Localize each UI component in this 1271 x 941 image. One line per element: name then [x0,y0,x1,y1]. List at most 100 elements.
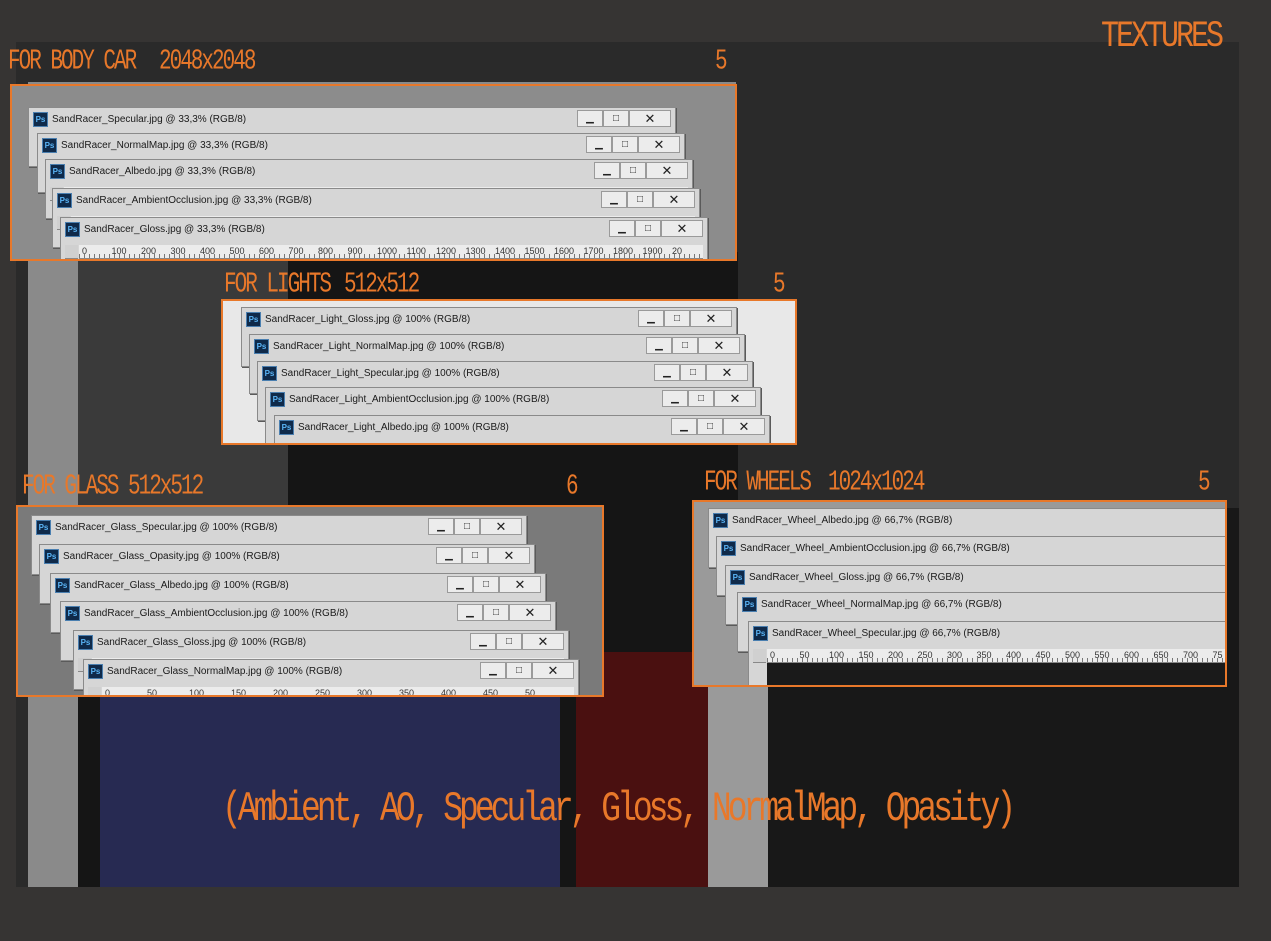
ruler-tick-label: 450 [1035,650,1051,660]
ruler-tick-label: 50 [713,443,755,445]
minimize-button[interactable]: ▁ [457,604,483,621]
minimize-button[interactable]: ▁ [470,633,496,650]
ruler-tick-label: 300 [170,246,186,256]
document-window[interactable]: Ps SandRacer_Glass_NormalMap.jpg @ 100% (… [83,659,579,697]
minimize-button[interactable]: ▁ [594,162,620,179]
photoshop-icon: Ps [742,597,757,612]
document-window[interactable]: Ps SandRacer_Gloss.jpg @ 33,3% (RGB/8) ▁ □… [60,217,708,259]
photoshop-icon: Ps [55,578,70,593]
maximize-button[interactable]: □ [672,337,698,354]
ruler-corner [279,443,292,445]
window-title: SandRacer_Wheel_AmbientOcclusion.jpg @ 6… [740,543,1010,555]
close-button[interactable]: ✕ [653,191,695,208]
photoshop-icon: Ps [65,606,80,621]
minimize-button[interactable]: ▁ [638,310,664,327]
wheels-group-label: FOR WHEELS [704,468,812,500]
maximize-button[interactable]: □ [680,364,706,381]
ruler-tick-label: 650 [1153,650,1169,660]
close-button[interactable]: ✕ [629,110,671,127]
maximize-button[interactable]: □ [664,310,690,327]
maximize-button[interactable]: □ [612,136,638,153]
minimize-button[interactable]: ▁ [601,191,627,208]
ruler-tick-label: 700 [288,246,304,256]
maximize-button[interactable]: □ [496,633,522,650]
close-button[interactable]: ✕ [488,547,530,564]
minimize-button[interactable]: ▁ [436,547,462,564]
window-title: SandRacer_Light_Gloss.jpg @ 100% (RGB/8) [265,314,471,326]
minimize-button[interactable]: ▁ [447,576,473,593]
glass-group-size: 512x512 [128,472,204,504]
close-button[interactable]: ✕ [638,136,680,153]
ruler-tick-label: 350 [399,688,415,697]
minimize-button[interactable]: ▁ [428,518,454,535]
close-button[interactable]: ✕ [714,390,756,407]
ruler-tick-label: 50 [525,688,536,697]
close-button[interactable]: ✕ [661,220,703,237]
ruler-tick-label: 1600 [554,246,575,256]
close-button[interactable]: ✕ [509,604,551,621]
ruler-tick-label: 1900 [642,246,663,256]
maximize-button[interactable]: □ [635,220,661,237]
maximize-button[interactable]: □ [627,191,653,208]
close-button[interactable]: ✕ [532,662,574,679]
page-title: TEXTURES [1101,16,1224,59]
maximize-button[interactable]: □ [506,662,532,679]
close-button[interactable]: ✕ [723,418,765,435]
minimize-button[interactable]: ▁ [609,220,635,237]
ruler-tick-label: 1500 [524,246,545,256]
close-button[interactable]: ✕ [690,310,732,327]
close-button[interactable]: ✕ [499,576,541,593]
wheels-group-size: 1024x1024 [828,468,925,500]
close-button[interactable]: ✕ [522,633,564,650]
ruler-tick-label: 200 [141,246,157,256]
minimize-button[interactable]: ▁ [662,390,688,407]
maximize-button[interactable]: □ [462,547,488,564]
ruler-tick-label: 1200 [436,246,457,256]
maximize-button[interactable]: □ [473,576,499,593]
window-title: SandRacer_Light_NormalMap.jpg @ 100% (RG… [273,341,505,353]
maximize-button[interactable]: □ [454,518,480,535]
maximize-button[interactable]: □ [620,162,646,179]
window-title: SandRacer_Glass_NormalMap.jpg @ 100% (RG… [107,666,343,678]
photoshop-icon: Ps [65,222,80,237]
window-title: SandRacer_Specular.jpg @ 33,3% (RGB/8) [52,114,247,126]
maximize-button[interactable]: □ [697,418,723,435]
horizontal-ruler: 0 50 100 150 200 250 300 350 400 450 500 550 600 650 7… [767,649,1225,663]
minimize-button[interactable]: ▁ [654,364,680,381]
photoshop-icon: Ps [44,549,59,564]
window-title: SandRacer_Glass_Opasity.jpg @ 100% (RGB/… [63,551,280,563]
ruler-tick-label: 900 [347,246,363,256]
ruler-tick-label: 100 [829,650,845,660]
ruler-tick-label: 500 [229,246,245,256]
minimize-button[interactable]: ▁ [671,418,697,435]
ruler-tick-label: 400 [629,443,671,445]
ruler-tick-label: 800 [318,246,334,256]
photoshop-icon: Ps [713,513,728,528]
minimize-button[interactable]: ▁ [480,662,506,679]
minimize-button[interactable]: ▁ [586,136,612,153]
minimize-button[interactable]: ▁ [577,110,603,127]
close-button[interactable]: ✕ [646,162,688,179]
close-button[interactable]: ✕ [698,337,740,354]
photoshop-icon: Ps [50,164,65,179]
wheels-group-box: Ps SandRacer_Wheel_Albedo.jpg @ 66,7% (RG… [692,500,1227,687]
document-window[interactable]: Ps SandRacer_Light_Albedo.jpg @ 100% (RGB… [274,415,770,445]
maximize-button[interactable]: □ [483,604,509,621]
window-title: SandRacer_NormalMap.jpg @ 33,3% (RGB/8) [61,140,268,152]
maximize-button[interactable]: □ [688,390,714,407]
document-window[interactable]: Ps SandRacer_Wheel_Specular.jpg @ 66,7% (… [748,621,1225,685]
close-button[interactable]: ✕ [706,364,748,381]
ruler-tick-label: 20 [672,246,683,256]
close-button[interactable]: ✕ [480,518,522,535]
ruler-tick-label: 250 [503,443,545,445]
maximize-button[interactable]: □ [603,110,629,127]
photoshop-icon: Ps [42,138,57,153]
ruler-tick-label: 550 [1094,650,1110,660]
window-title: SandRacer_Glass_Albedo.jpg @ 100% (RGB/8… [74,580,289,592]
minimize-button[interactable]: ▁ [646,337,672,354]
ruler-tick-label: 300 [545,443,587,445]
glass-group-count: 6 [566,472,579,504]
ruler-tick-label: 600 [259,246,275,256]
photoshop-icon: Ps [36,520,51,535]
ruler-tick-label: 150 [231,688,247,697]
